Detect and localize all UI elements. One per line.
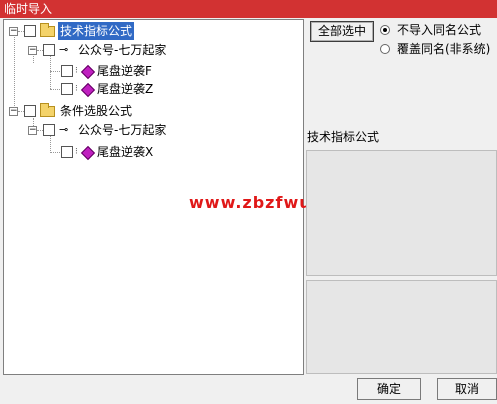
key-icon: ⊸ xyxy=(59,123,69,136)
title-bar: 临时导入 xyxy=(0,0,497,18)
overwrite-radio[interactable] xyxy=(380,44,390,54)
formula-icon xyxy=(80,64,96,80)
checkbox[interactable] xyxy=(61,65,73,77)
tree-node-author[interactable]: − ⊸ 公众号-七万起家 xyxy=(4,121,303,139)
tree-node-label: 尾盘逆袭F xyxy=(97,64,152,78)
cancel-button[interactable]: 取消 xyxy=(437,378,497,400)
folder-icon xyxy=(40,103,55,117)
category-label: 技术指标公式 xyxy=(307,130,380,144)
ok-button[interactable]: 确定 xyxy=(357,378,421,400)
branch-dots-icon: ⁝ xyxy=(75,84,78,94)
branch-dots-icon: ⁝ xyxy=(75,66,78,76)
formula-icon xyxy=(80,82,96,98)
collapse-expander[interactable]: − xyxy=(28,46,37,55)
tree-node-formula[interactable]: ⁝ 尾盘逆袭F xyxy=(4,62,303,80)
select-all-button[interactable]: 全部选中 xyxy=(310,21,374,42)
tree-node-label: 尾盘逆袭Z xyxy=(97,82,154,96)
tree-node-formula[interactable]: ⁝ 尾盘逆袭Z xyxy=(4,80,303,98)
key-icon: ⊸ xyxy=(59,43,69,56)
window-title: 临时导入 xyxy=(4,2,53,16)
tree-node-label: 技术指标公式 xyxy=(58,22,135,40)
tree-node-label: 公众号-七万起家 xyxy=(78,123,167,137)
tree-connector xyxy=(50,71,60,72)
branch-dots-icon: ⁝ xyxy=(75,147,78,157)
collapse-expander[interactable]: − xyxy=(9,27,18,36)
tree-node-label: 公众号-七万起家 xyxy=(78,43,167,57)
no-import-radio[interactable] xyxy=(380,25,390,35)
checkbox[interactable] xyxy=(24,25,36,37)
checkbox[interactable] xyxy=(61,146,73,158)
tree-node-author[interactable]: − ⊸ 公众号-七万起家 xyxy=(4,41,303,59)
tree-node-label: 尾盘逆袭X xyxy=(97,145,154,159)
no-import-label: 不导入同名公式 xyxy=(397,23,482,37)
tree-connector xyxy=(50,152,60,153)
tree-node-stock-selection[interactable]: − 条件选股公式 xyxy=(4,102,303,120)
checkbox[interactable] xyxy=(24,105,36,117)
tree-node-label: 条件选股公式 xyxy=(60,104,133,118)
formula-preview-panel xyxy=(306,280,497,374)
tree-connector xyxy=(50,89,60,90)
tree-node-tech-formulas[interactable]: − 技术指标公式 xyxy=(4,22,303,40)
checkbox[interactable] xyxy=(43,124,55,136)
formula-icon xyxy=(80,145,96,161)
checkbox[interactable] xyxy=(61,83,73,95)
checkbox[interactable] xyxy=(43,44,55,56)
tree-node-formula[interactable]: ⁝ 尾盘逆袭X xyxy=(4,143,303,161)
collapse-expander[interactable]: − xyxy=(28,126,37,135)
formula-info-panel xyxy=(306,150,497,276)
overwrite-label: 覆盖同名(非系统) xyxy=(397,42,491,56)
folder-icon xyxy=(40,23,55,37)
collapse-expander[interactable]: − xyxy=(9,107,18,116)
